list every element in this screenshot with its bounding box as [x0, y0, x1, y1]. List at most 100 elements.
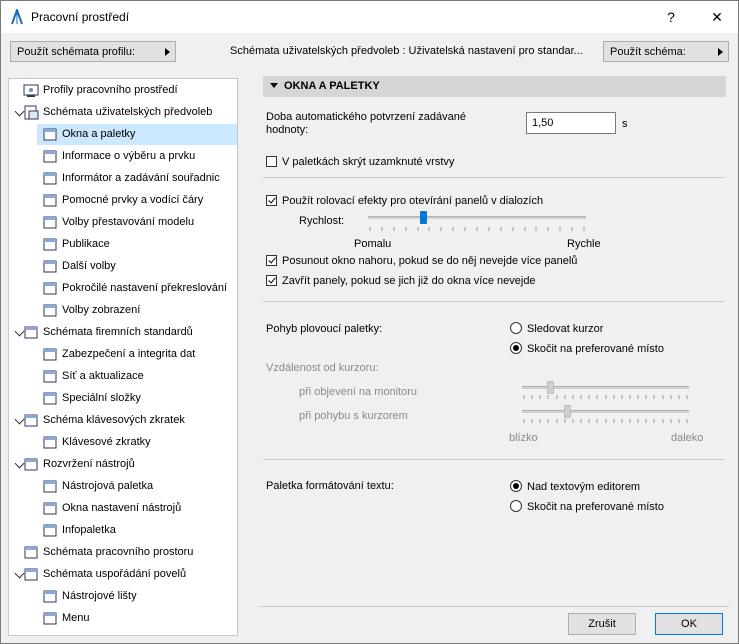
footer-divider [259, 606, 729, 607]
tree-item-label: Volby zobrazení [62, 304, 141, 316]
display-options-icon [42, 303, 58, 318]
speed-slider-ticks [369, 227, 585, 231]
above-text-editor-label: Nad textovým editorem [527, 481, 641, 493]
scroll-effects-checkbox[interactable] [266, 195, 277, 206]
divider [263, 301, 724, 302]
tree-item[interactable]: Pokročilé nastavení překreslování [9, 278, 237, 299]
ok-button[interactable]: OK [655, 613, 723, 635]
tree-item[interactable]: Schémata uživatelských předvoleb [9, 102, 237, 123]
tree-item[interactable]: Menu [9, 608, 237, 629]
profiles-icon [23, 83, 39, 98]
tree-item[interactable]: Rozvržení nástrojů [9, 454, 237, 475]
tree-item-label: Schéma klávesových zkratek [43, 414, 185, 426]
tree-item[interactable]: Síť a aktualizace [9, 366, 237, 387]
tree-item-label: Infopaletka [62, 524, 116, 536]
company-schemes-icon [23, 325, 39, 340]
title-bar: Pracovní prostředí ? ✕ [1, 1, 738, 33]
settings-tree[interactable]: Profily pracovního prostředí Schémata uži… [8, 78, 238, 636]
selection-info-icon [42, 149, 58, 164]
apply-scheme-label: Použít schéma: [610, 46, 686, 58]
tree-item-label: Pokročilé nastavení překreslování [62, 282, 228, 294]
tree-item[interactable]: Okna nastavení nástrojů [9, 498, 237, 519]
tree-item-label: Schémata firemních standardů [43, 326, 193, 338]
tree-item-label: Schémata uživatelských předvoleb [43, 106, 213, 118]
info-box-icon [42, 523, 58, 538]
tree-item[interactable]: Schéma klávesových zkratek [9, 410, 237, 431]
tree-item-label: Menu [62, 612, 90, 624]
keyboard-shortcuts-icon [42, 435, 58, 450]
tree-item[interactable]: Nástrojová paletka [9, 476, 237, 497]
apply-scheme-button[interactable]: Použít schéma: [603, 41, 729, 62]
tree-item[interactable]: Schémata pracovního prostoru [9, 542, 237, 563]
jump-preferred-radio[interactable] [510, 342, 522, 354]
user-schemes-icon [23, 105, 39, 120]
tree-item[interactable]: Schémata uspořádání povelů [9, 564, 237, 585]
triangle-right-icon [165, 48, 170, 56]
tree-item[interactable]: Infopaletka [9, 520, 237, 541]
tree-item[interactable]: Publikace [9, 234, 237, 255]
scroll-effects-label: Použít rolovací efekty pro otevírání pan… [282, 195, 544, 207]
autoconfirm-input[interactable]: 1,50 [526, 112, 616, 134]
tree-item[interactable]: Speciální složky [9, 388, 237, 409]
tree-item[interactable]: Informátor a zadávání souřadnic [9, 168, 237, 189]
speed-slider-thumb[interactable] [419, 211, 427, 224]
text-jump-preferred-radio[interactable] [510, 500, 522, 512]
tree-item-label: Volby přestavování modelu [62, 216, 195, 228]
speed-slider-track[interactable] [368, 216, 586, 219]
section-title: OKNA A PALETKY [284, 80, 380, 92]
cancel-button[interactable]: Zrušit [568, 613, 636, 635]
triangle-right-icon [718, 48, 723, 56]
tree-item-label: Okna nastavení nástrojů [62, 502, 182, 514]
tree-item-label: Informátor a zadávání souřadnic [62, 172, 220, 184]
tool-layout-icon [23, 457, 39, 472]
tree-item[interactable]: Okna a paletky [37, 124, 237, 145]
apply-profile-schemes-button[interactable]: Použít schémata profilu: [10, 41, 176, 62]
tree-item[interactable]: Zabezpečení a integrita dat [9, 344, 237, 365]
redraw-icon [42, 281, 58, 296]
tree-item-label: Publikace [62, 238, 110, 250]
tree-item[interactable]: Pomocné prvky a vodící čáry [9, 190, 237, 211]
help-button[interactable]: ? [651, 1, 691, 33]
hide-locked-layers-checkbox[interactable] [266, 156, 277, 167]
tree-item[interactable]: Volby přestavování modelu [9, 212, 237, 233]
tree-item-label: Klávesové zkratky [62, 436, 151, 448]
above-text-editor-radio[interactable] [510, 480, 522, 492]
autoconfirm-unit: s [622, 118, 628, 130]
tree-item[interactable]: Další volby [9, 256, 237, 277]
special-folders-icon [42, 391, 58, 406]
tree-item[interactable]: Volby zobrazení [9, 300, 237, 321]
divider [263, 177, 724, 178]
tree-item[interactable]: Nástrojové lišty [9, 586, 237, 607]
mouse-guides-icon [42, 193, 58, 208]
speed-slow-label: Pomalu [354, 238, 392, 250]
tree-item-label: Síť a aktualizace [62, 370, 144, 382]
floating-palette-label: Pohyb plovoucí paletky: [266, 323, 383, 335]
tree-item[interactable]: Informace o výběru a prvku [9, 146, 237, 167]
close-panels-label: Zavřít panely, pokud se jich již do okna… [282, 275, 536, 287]
tree-item[interactable]: Schémata firemních standardů [9, 322, 237, 343]
tree-item-label: Rozvržení nástrojů [43, 458, 135, 470]
windows-palettes-icon [42, 127, 58, 142]
tree-item-label: Další volby [62, 260, 116, 272]
section-header[interactable]: OKNA A PALETKY [263, 76, 726, 97]
toolbox-icon [42, 479, 58, 494]
tree-item-label: Schémata uspořádání povelů [43, 568, 187, 580]
tree-item-label: Nástrojová paletka [62, 480, 154, 492]
apply-profile-schemes-label: Použít schémata profilu: [17, 46, 136, 58]
follow-cursor-radio[interactable] [510, 322, 522, 334]
scroll-up-checkbox[interactable] [266, 255, 277, 266]
text-palette-label: Paletka formátování textu: [266, 480, 394, 492]
jump-preferred-label: Skočit na preferované místo [527, 343, 664, 355]
close-button[interactable]: ✕ [697, 1, 737, 33]
on-move-slider-track [522, 410, 689, 413]
speed-fast-label: Rychle [567, 238, 601, 250]
menu-icon [42, 611, 58, 626]
xyz-coordinates-icon [42, 171, 58, 186]
tree-item-label: Schémata pracovního prostoru [43, 546, 194, 558]
close-panels-checkbox[interactable] [266, 275, 277, 286]
model-rebuild-icon [42, 215, 58, 230]
text-jump-preferred-label: Skočit na preferované místo [527, 501, 664, 513]
divider [263, 459, 724, 460]
tree-item[interactable]: Profily pracovního prostředí [9, 80, 237, 101]
tree-item[interactable]: Klávesové zkratky [9, 432, 237, 453]
